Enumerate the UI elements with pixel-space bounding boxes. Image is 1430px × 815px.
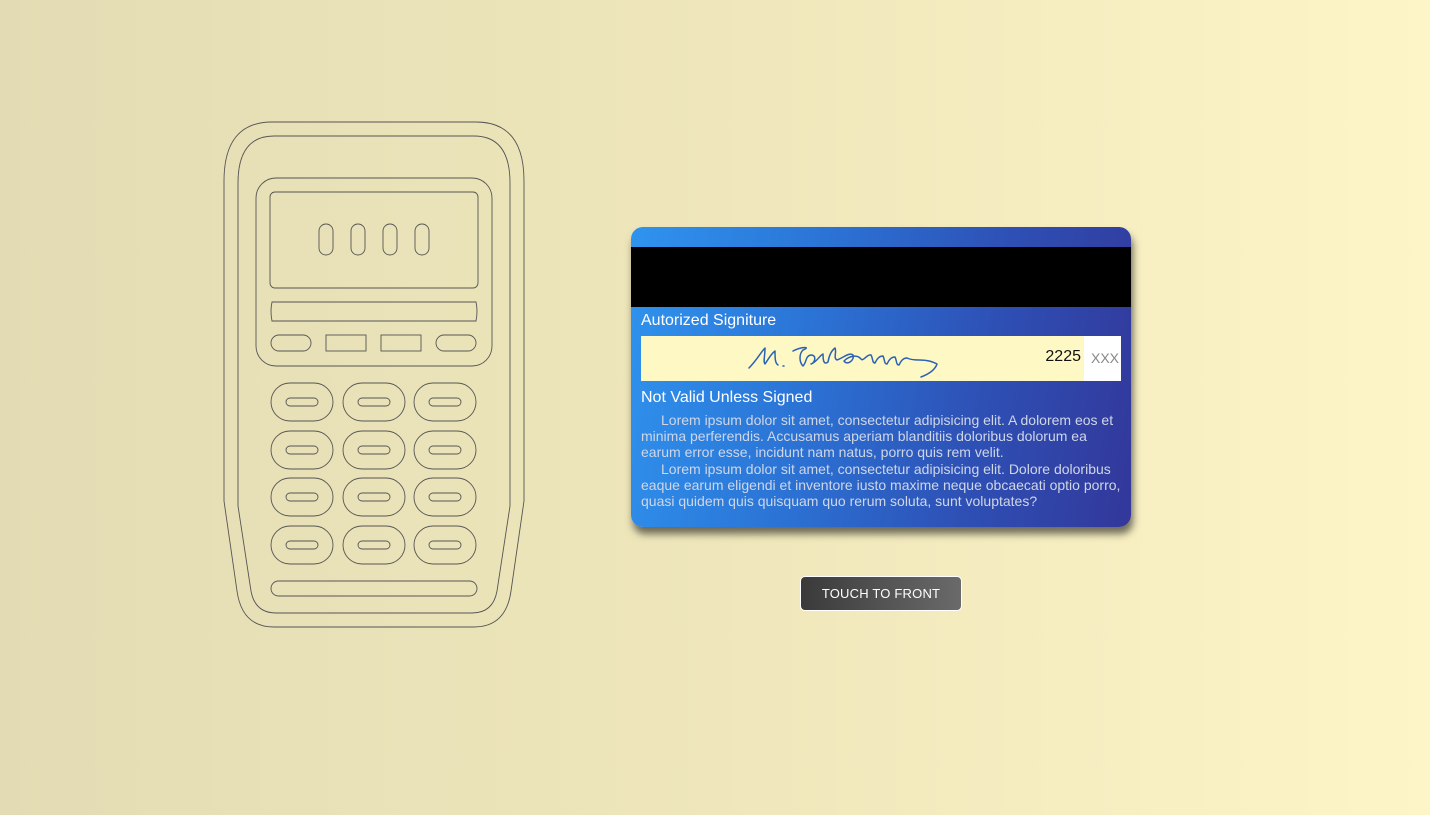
legal-paragraph: Lorem ipsum dolor sit amet, consectetur … xyxy=(641,461,1121,509)
touch-to-front-button[interactable]: TOUCH TO FRONT xyxy=(800,576,962,611)
signature-strip: 2225 xyxy=(641,336,1084,381)
credit-card-back[interactable]: Autorized Signiture 2225 XXX Not Valid U… xyxy=(631,227,1131,527)
magnetic-stripe xyxy=(631,247,1131,307)
cvv-box: XXX xyxy=(1084,336,1121,381)
not-valid-notice: Not Valid Unless Signed xyxy=(641,389,813,406)
cvv-placeholder: XXX xyxy=(1091,350,1120,366)
card-number-partial: 2225 xyxy=(1045,348,1081,365)
signature-label: Autorized Signiture xyxy=(641,312,777,329)
legal-paragraph: Lorem ipsum dolor sit amet, consectetur … xyxy=(641,412,1114,460)
legal-text: Lorem ipsum dolor sit amet, consectetur … xyxy=(641,412,1121,510)
payment-terminal-icon xyxy=(222,121,526,630)
handwritten-signature xyxy=(748,346,938,378)
